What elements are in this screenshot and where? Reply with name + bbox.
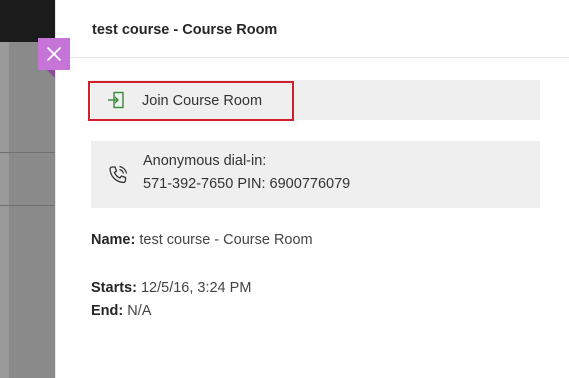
background-edge xyxy=(0,42,9,378)
starts-row: Starts: 12/5/16, 3:24 PM xyxy=(91,280,251,296)
panel-title: test course - Course Room xyxy=(92,22,278,38)
panel-header: test course - Course Room xyxy=(56,0,569,58)
end-value: N/A xyxy=(127,303,152,319)
join-course-room-button[interactable] xyxy=(88,81,294,121)
background-divider xyxy=(0,152,55,153)
starts-value: 12/5/16, 3:24 PM xyxy=(140,280,252,296)
close-button-tail xyxy=(47,70,55,78)
name-row: Name: test course - Course Room xyxy=(91,232,313,248)
close-button[interactable] xyxy=(38,38,70,70)
starts-label: Starts: xyxy=(91,280,137,296)
end-label: End: xyxy=(91,303,124,319)
screen: test course - Course Room Join Course Ro… xyxy=(0,0,569,378)
phone-icon xyxy=(109,165,128,184)
end-row: End: N/A xyxy=(91,303,151,319)
name-label: Name: xyxy=(91,232,136,248)
dial-in-heading: Anonymous dial-in: xyxy=(143,153,267,169)
background-divider xyxy=(0,205,55,206)
close-icon xyxy=(46,46,62,62)
dial-in-box xyxy=(91,141,540,208)
name-value: test course - Course Room xyxy=(139,232,313,248)
background-header xyxy=(0,0,55,42)
dial-in-number: 571-392-7650 PIN: 6900776079 xyxy=(143,176,351,192)
